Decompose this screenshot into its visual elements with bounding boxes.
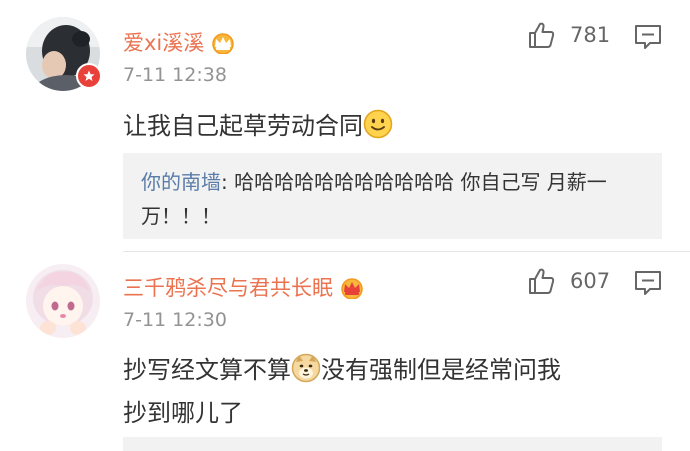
timestamp: 7-11 12:38	[123, 64, 227, 86]
reply-box[interactable]: 你的南墙: 哈哈哈哈哈哈哈哈哈哈哈 你自己写 月薪一万！！！	[123, 153, 662, 239]
crown-icon	[210, 32, 236, 59]
like-count: 607	[570, 269, 611, 293]
like-button[interactable]: 607	[526, 266, 610, 296]
username[interactable]: 三千鸦杀尽与君共长眠	[123, 272, 365, 304]
crown-icon	[339, 277, 365, 304]
like-count: 781	[570, 23, 611, 47]
reply-button[interactable]	[634, 24, 662, 54]
comment-text-body: 让我自己起草劳动合同	[123, 112, 363, 140]
avatar[interactable]	[26, 17, 102, 91]
comment-item: 三千鸦杀尽与君共长眠 7-11 12:30 607 抄写经文算不算 没有强制但是…	[0, 252, 690, 451]
reply-button[interactable]	[634, 270, 662, 300]
like-button[interactable]: 781	[526, 20, 610, 50]
username-text[interactable]: 三千鸦杀尽与君共长眠	[123, 276, 333, 300]
reply-box[interactable]	[123, 437, 662, 451]
timestamp: 7-11 12:30	[123, 309, 227, 331]
thumb-up-icon	[529, 268, 555, 294]
comment-icon	[635, 25, 661, 49]
comment-text-line2: 抄到哪儿了	[123, 399, 243, 427]
comment-text: 抄写经文算不算 没有强制但是经常问我 抄到哪儿了	[123, 351, 663, 432]
smile-emoji	[363, 109, 393, 150]
reply-username[interactable]: 你的南墙	[141, 170, 221, 194]
comment-text-body-cont: 没有强制但是经常问我	[321, 356, 561, 384]
thumb-up-icon	[529, 22, 555, 48]
doge-emoji	[291, 353, 321, 394]
avatar-image	[26, 264, 100, 338]
comment-text-body: 抄写经文算不算	[123, 356, 291, 384]
comment-item: 爱xi溪溪 7-11 12:38 781 让我自己起草劳动合同 你的南墙: 哈哈…	[0, 0, 690, 250]
username-text[interactable]: 爱xi溪溪	[123, 31, 204, 55]
avatar[interactable]	[26, 264, 100, 338]
comment-text: 让我自己起草劳动合同	[123, 107, 663, 150]
verified-badge-icon	[76, 63, 102, 89]
comment-icon	[635, 271, 661, 295]
username[interactable]: 爱xi溪溪	[123, 27, 236, 59]
